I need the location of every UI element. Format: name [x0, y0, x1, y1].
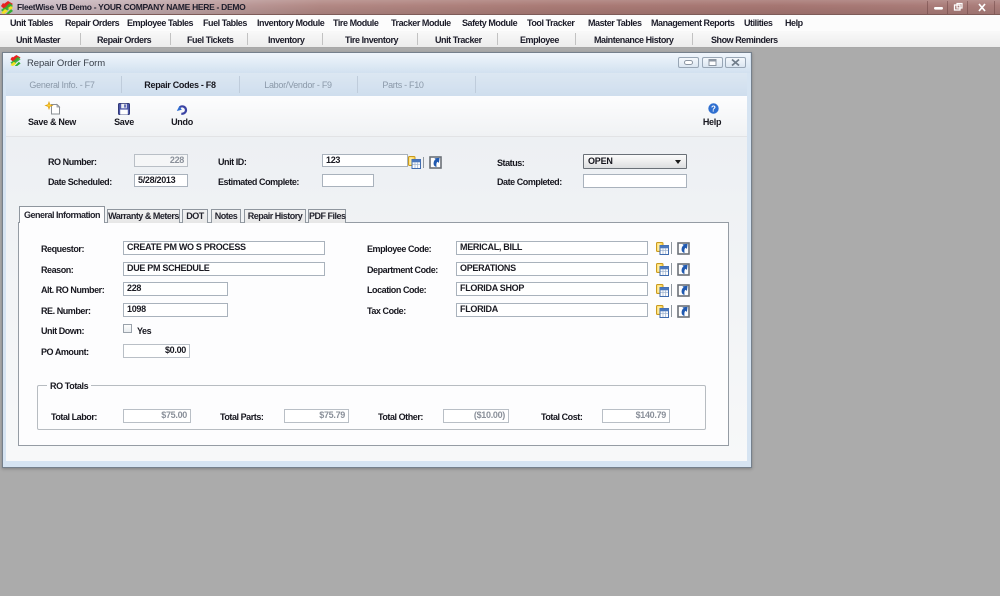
- svg-text:?: ?: [711, 104, 716, 113]
